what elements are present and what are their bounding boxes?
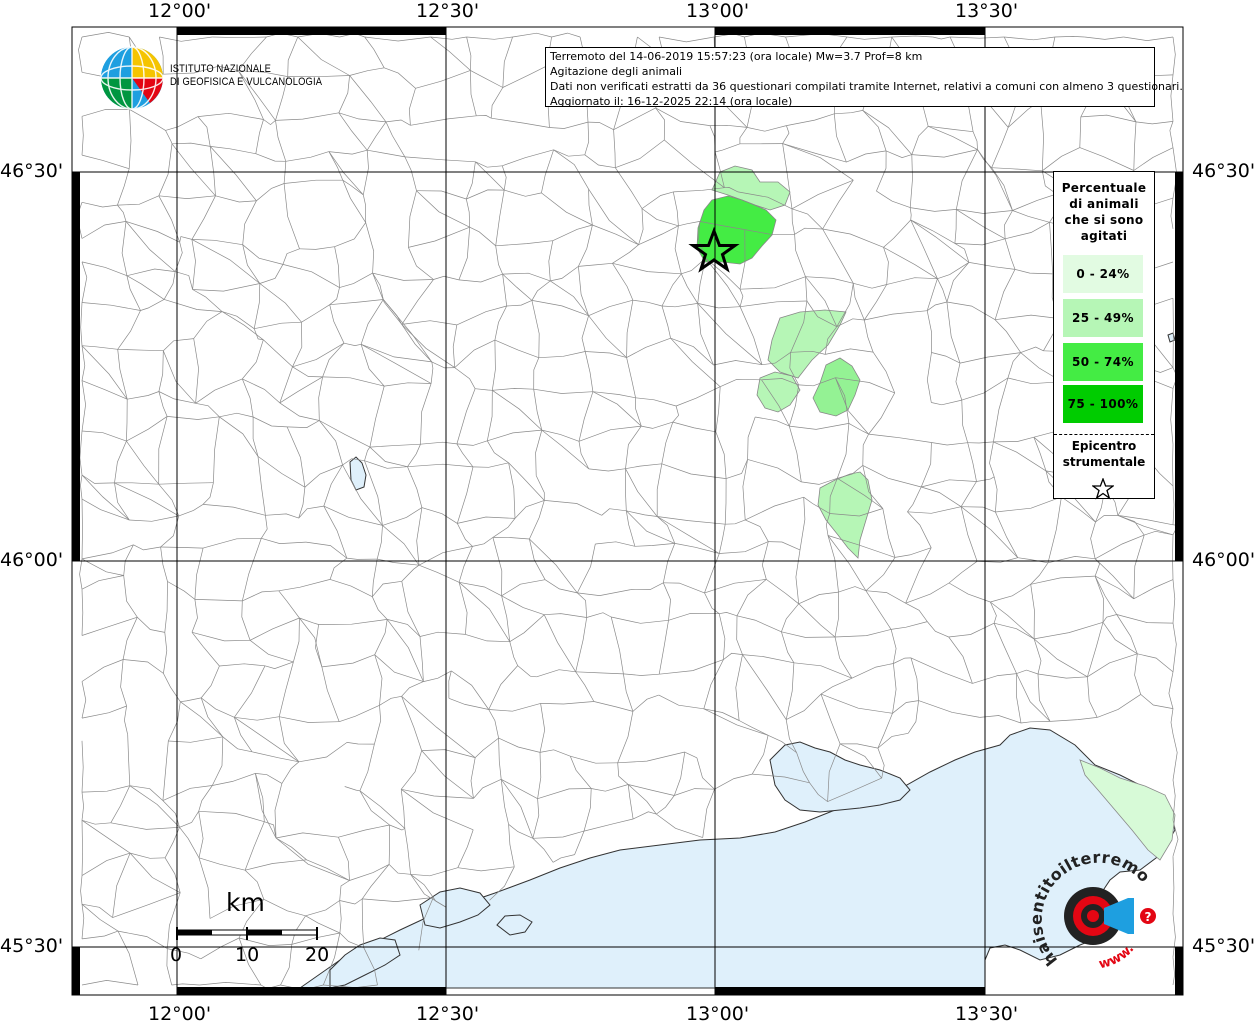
map-canvas: ? haisentitoilterremoto.it www.: [0, 0, 1256, 1024]
lon-label-bottom-2: 12°30': [416, 1003, 479, 1025]
event-info-line-4: Aggiornato il: 16-12-2025 22:14 (ora loc…: [550, 94, 1150, 109]
event-info-line-3: Dati non verificati estratti da 36 quest…: [550, 79, 1150, 94]
scale-unit: km: [226, 888, 265, 917]
legend-class-50-74: 50 - 74%: [1063, 343, 1143, 381]
legend-class-label: 0 - 24%: [1076, 267, 1129, 281]
lon-label-top-4: 13°30': [955, 0, 1018, 22]
lon-label-top-3: 13°00': [686, 0, 749, 22]
legend-title-line-3: che si sono: [1054, 212, 1154, 228]
svg-text:?: ?: [1145, 910, 1152, 924]
lon-label-bottom-3: 13°00': [686, 1003, 749, 1025]
legend-title-line-1: Percentuale: [1054, 180, 1154, 196]
legend-epicenter-line-2: strumentale: [1054, 454, 1154, 470]
scale-tick-0: 0: [170, 944, 182, 966]
legend-title: Percentuale di animali che si sono agita…: [1054, 180, 1154, 244]
lon-label-top-1: 12°00': [148, 0, 211, 22]
legend: Percentuale di animali che si sono agita…: [1053, 171, 1155, 499]
legend-epicenter-label: Epicentro strumentale: [1054, 438, 1154, 470]
legend-epicenter-line-1: Epicentro: [1054, 438, 1154, 454]
legend-class-label: 25 - 49%: [1072, 311, 1134, 325]
legend-separator: [1054, 434, 1154, 435]
legend-class-25-49: 25 - 49%: [1063, 299, 1143, 337]
lon-label-bottom-1: 12°00': [148, 1003, 211, 1025]
lat-label-left-3: 45°30': [0, 935, 63, 957]
ingv-logo-line2: DI GEOFISICA E VULCANOLOGIA: [170, 76, 322, 89]
legend-class-75-100: 75 - 100%: [1063, 385, 1143, 423]
ingv-logo-line1: ISTITUTO NAZIONALE: [170, 63, 322, 76]
legend-class-0-24: 0 - 24%: [1063, 255, 1143, 293]
ingv-globe-icon: [101, 47, 163, 109]
scale-tick-20: 20: [305, 944, 329, 966]
star-icon: [1092, 478, 1114, 500]
lat-label-left-1: 46°30': [0, 160, 63, 182]
event-info-line-2: Agitazione degli animali: [550, 64, 1150, 79]
lat-label-right-2: 46°00': [1192, 549, 1255, 571]
lon-label-top-2: 12°30': [416, 0, 479, 22]
ingv-logo-text: ISTITUTO NAZIONALE DI GEOFISICA E VULCAN…: [170, 63, 322, 89]
legend-title-line-4: agitati: [1054, 228, 1154, 244]
legend-title-line-2: di animali: [1054, 196, 1154, 212]
lat-label-left-2: 46°00': [0, 549, 63, 571]
lat-label-right-1: 46°30': [1192, 160, 1255, 182]
lat-label-right-3: 45°30': [1192, 935, 1255, 957]
lon-label-bottom-4: 13°30': [955, 1003, 1018, 1025]
scale-tick-10: 10: [235, 944, 259, 966]
legend-class-label: 50 - 74%: [1072, 355, 1134, 369]
event-info-box: Terremoto del 14-06-2019 15:57:23 (ora l…: [545, 47, 1155, 107]
event-info-line-1: Terremoto del 14-06-2019 15:57:23 (ora l…: [550, 49, 1150, 64]
legend-class-label: 75 - 100%: [1068, 397, 1139, 411]
